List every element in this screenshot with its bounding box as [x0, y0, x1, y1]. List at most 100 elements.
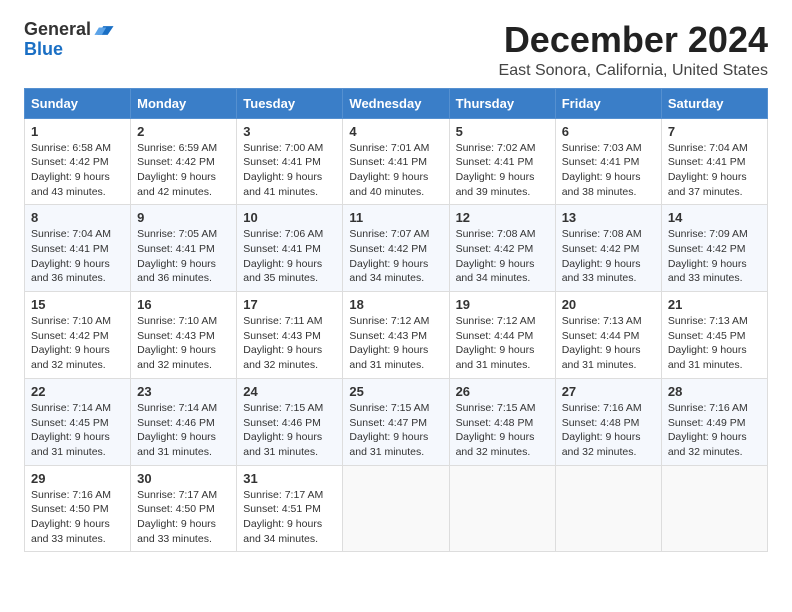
calendar-week-row: 15 Sunrise: 7:10 AM Sunset: 4:42 PM Dayli…: [25, 292, 768, 379]
day-number: 23: [137, 384, 230, 399]
day-info: Sunrise: 7:10 AM Sunset: 4:42 PM Dayligh…: [31, 314, 124, 373]
calendar-cell: 6 Sunrise: 7:03 AM Sunset: 4:41 PM Daylig…: [555, 118, 661, 205]
calendar-header-day: Monday: [131, 88, 237, 118]
day-number: 19: [456, 297, 549, 312]
day-number: 9: [137, 210, 230, 225]
calendar-cell: 25Sunrise: 7:15 AM Sunset: 4:47 PM Dayli…: [343, 378, 449, 465]
calendar-cell: 5 Sunrise: 7:02 AM Sunset: 4:41 PM Daylig…: [449, 118, 555, 205]
day-info: Sunrise: 7:16 AM Sunset: 4:50 PM Dayligh…: [31, 488, 124, 547]
calendar-cell: 19 Sunrise: 7:12 AM Sunset: 4:44 PM Dayli…: [449, 292, 555, 379]
day-number: 12: [456, 210, 549, 225]
day-info: Sunrise: 7:15 AM Sunset: 4:48 PM Dayligh…: [456, 401, 549, 460]
day-number: 13: [562, 210, 655, 225]
day-number: 2: [137, 124, 230, 139]
calendar-header-day: Friday: [555, 88, 661, 118]
main-title: December 2024: [499, 20, 768, 60]
calendar-table: SundayMondayTuesdayWednesdayThursdayFrid…: [24, 88, 768, 553]
calendar-header-day: Tuesday: [237, 88, 343, 118]
calendar-cell: 27 Sunrise: 7:16 AM Sunset: 4:48 PM Dayli…: [555, 378, 661, 465]
day-number: 20: [562, 297, 655, 312]
calendar-cell: 13Sunrise: 7:08 AM Sunset: 4:42 PM Dayli…: [555, 205, 661, 292]
day-number: 28: [668, 384, 761, 399]
page-header: General Blue December 2024 East Sonora, …: [24, 20, 768, 80]
calendar-cell: 17 Sunrise: 7:11 AM Sunset: 4:43 PM Dayli…: [237, 292, 343, 379]
day-info: Sunrise: 7:05 AM Sunset: 4:41 PM Dayligh…: [137, 227, 230, 286]
calendar-cell: 30Sunrise: 7:17 AM Sunset: 4:50 PM Dayli…: [131, 465, 237, 552]
day-number: 25: [349, 384, 442, 399]
calendar-cell: 10 Sunrise: 7:06 AM Sunset: 4:41 PM Dayli…: [237, 205, 343, 292]
day-number: 5: [456, 124, 549, 139]
calendar-cell: 23 Sunrise: 7:14 AM Sunset: 4:46 PM Dayli…: [131, 378, 237, 465]
day-number: 4: [349, 124, 442, 139]
logo: General Blue: [24, 20, 115, 60]
day-number: 18: [349, 297, 442, 312]
calendar-header-day: Wednesday: [343, 88, 449, 118]
day-number: 11: [349, 210, 442, 225]
day-number: 27: [562, 384, 655, 399]
day-number: 7: [668, 124, 761, 139]
day-info: Sunrise: 7:14 AM Sunset: 4:46 PM Dayligh…: [137, 401, 230, 460]
day-info: Sunrise: 7:13 AM Sunset: 4:44 PM Dayligh…: [562, 314, 655, 373]
day-info: Sunrise: 7:16 AM Sunset: 4:48 PM Dayligh…: [562, 401, 655, 460]
calendar-cell: 15 Sunrise: 7:10 AM Sunset: 4:42 PM Dayli…: [25, 292, 131, 379]
calendar-cell: 29 Sunrise: 7:16 AM Sunset: 4:50 PM Dayli…: [25, 465, 131, 552]
day-number: 31: [243, 471, 336, 486]
day-info: Sunrise: 7:09 AM Sunset: 4:42 PM Dayligh…: [668, 227, 761, 286]
day-number: 24: [243, 384, 336, 399]
calendar-week-row: 8Sunrise: 7:04 AM Sunset: 4:41 PM Daylig…: [25, 205, 768, 292]
calendar-week-row: 1Sunrise: 6:58 AM Sunset: 4:42 PM Daylig…: [25, 118, 768, 205]
calendar-week-row: 22Sunrise: 7:14 AM Sunset: 4:45 PM Dayli…: [25, 378, 768, 465]
day-info: Sunrise: 7:03 AM Sunset: 4:41 PM Dayligh…: [562, 141, 655, 200]
calendar-cell: 4 Sunrise: 7:01 AM Sunset: 4:41 PM Daylig…: [343, 118, 449, 205]
day-number: 21: [668, 297, 761, 312]
logo-text-general: General: [24, 20, 91, 40]
day-number: 17: [243, 297, 336, 312]
calendar-cell: [555, 465, 661, 552]
day-number: 15: [31, 297, 124, 312]
day-number: 6: [562, 124, 655, 139]
calendar-header-row: SundayMondayTuesdayWednesdayThursdayFrid…: [25, 88, 768, 118]
day-number: 10: [243, 210, 336, 225]
day-number: 16: [137, 297, 230, 312]
calendar-cell: 16 Sunrise: 7:10 AM Sunset: 4:43 PM Dayli…: [131, 292, 237, 379]
calendar-cell: 8Sunrise: 7:04 AM Sunset: 4:41 PM Daylig…: [25, 205, 131, 292]
day-info: Sunrise: 7:01 AM Sunset: 4:41 PM Dayligh…: [349, 141, 442, 200]
calendar-cell: 3 Sunrise: 7:00 AM Sunset: 4:41 PM Daylig…: [237, 118, 343, 205]
day-info: Sunrise: 6:59 AM Sunset: 4:42 PM Dayligh…: [137, 141, 230, 200]
subtitle: East Sonora, California, United States: [499, 62, 768, 80]
logo-text-blue: Blue: [24, 40, 63, 60]
calendar-cell: 7 Sunrise: 7:04 AM Sunset: 4:41 PM Daylig…: [661, 118, 767, 205]
day-info: Sunrise: 7:02 AM Sunset: 4:41 PM Dayligh…: [456, 141, 549, 200]
day-number: 1: [31, 124, 124, 139]
title-block: December 2024 East Sonora, California, U…: [499, 20, 768, 80]
day-info: Sunrise: 7:17 AM Sunset: 4:50 PM Dayligh…: [137, 488, 230, 547]
day-info: Sunrise: 7:17 AM Sunset: 4:51 PM Dayligh…: [243, 488, 336, 547]
calendar-cell: [449, 465, 555, 552]
day-info: Sunrise: 7:04 AM Sunset: 4:41 PM Dayligh…: [668, 141, 761, 200]
day-info: Sunrise: 7:15 AM Sunset: 4:46 PM Dayligh…: [243, 401, 336, 460]
calendar-cell: 2 Sunrise: 6:59 AM Sunset: 4:42 PM Daylig…: [131, 118, 237, 205]
calendar-cell: 14 Sunrise: 7:09 AM Sunset: 4:42 PM Dayli…: [661, 205, 767, 292]
calendar-cell: 12Sunrise: 7:08 AM Sunset: 4:42 PM Dayli…: [449, 205, 555, 292]
calendar-header-day: Sunday: [25, 88, 131, 118]
calendar-cell: 24 Sunrise: 7:15 AM Sunset: 4:46 PM Dayli…: [237, 378, 343, 465]
day-number: 8: [31, 210, 124, 225]
calendar-cell: 31 Sunrise: 7:17 AM Sunset: 4:51 PM Dayli…: [237, 465, 343, 552]
day-number: 22: [31, 384, 124, 399]
day-info: Sunrise: 7:11 AM Sunset: 4:43 PM Dayligh…: [243, 314, 336, 373]
day-info: Sunrise: 7:06 AM Sunset: 4:41 PM Dayligh…: [243, 227, 336, 286]
logo-icon: [93, 18, 115, 40]
day-info: Sunrise: 7:00 AM Sunset: 4:41 PM Dayligh…: [243, 141, 336, 200]
day-info: Sunrise: 7:16 AM Sunset: 4:49 PM Dayligh…: [668, 401, 761, 460]
day-number: 3: [243, 124, 336, 139]
calendar-cell: 22Sunrise: 7:14 AM Sunset: 4:45 PM Dayli…: [25, 378, 131, 465]
day-info: Sunrise: 7:13 AM Sunset: 4:45 PM Dayligh…: [668, 314, 761, 373]
day-number: 14: [668, 210, 761, 225]
day-number: 29: [31, 471, 124, 486]
calendar-cell: 11Sunrise: 7:07 AM Sunset: 4:42 PM Dayli…: [343, 205, 449, 292]
day-info: Sunrise: 7:10 AM Sunset: 4:43 PM Dayligh…: [137, 314, 230, 373]
day-info: Sunrise: 7:12 AM Sunset: 4:44 PM Dayligh…: [456, 314, 549, 373]
calendar-cell: 20 Sunrise: 7:13 AM Sunset: 4:44 PM Dayli…: [555, 292, 661, 379]
calendar-cell: 9 Sunrise: 7:05 AM Sunset: 4:41 PM Daylig…: [131, 205, 237, 292]
day-number: 26: [456, 384, 549, 399]
